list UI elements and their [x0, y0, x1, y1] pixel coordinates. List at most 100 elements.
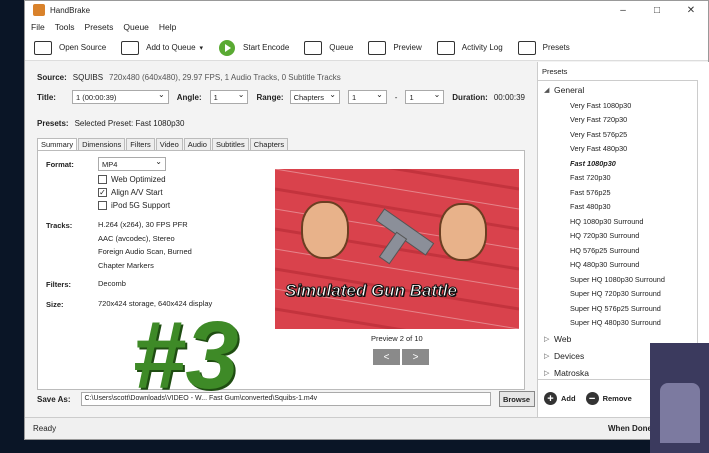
- right-face-image: [439, 203, 487, 261]
- preset-item[interactable]: HQ 1080p30 Surround: [538, 214, 697, 229]
- presets-button[interactable]: Presets: [517, 40, 570, 56]
- angle-label: Angle:: [176, 92, 202, 102]
- add-image-icon: [120, 40, 140, 56]
- format-select-value: MP4: [102, 159, 118, 169]
- menu-presets[interactable]: Presets: [85, 22, 114, 32]
- preset-group-general[interactable]: ◢ General: [538, 81, 697, 98]
- title-row: Title: 1 (00:00:39) Angle: 1 Range: Chap…: [37, 88, 525, 106]
- menu-file[interactable]: File: [31, 22, 45, 32]
- track-item: H.264 (x264), 30 FPS PFR: [98, 220, 188, 229]
- preset-item[interactable]: Super HQ 1080p30 Surround: [538, 272, 697, 287]
- tab-dimensions[interactable]: Dimensions: [78, 138, 126, 150]
- duration-value: 00:00:39: [493, 92, 525, 102]
- queue-button[interactable]: Queue: [303, 40, 353, 56]
- preset-item[interactable]: HQ 480p30 Surround: [538, 258, 697, 273]
- collapsed-arrow-icon: ▷: [544, 335, 550, 343]
- title-select[interactable]: 1 (00:00:39): [71, 90, 169, 104]
- preset-item[interactable]: Very Fast 720p30: [538, 113, 697, 128]
- ipod-support-label: iPod 5G Support: [111, 201, 171, 210]
- preview-next-button[interactable]: >: [402, 349, 429, 365]
- maximize-button[interactable]: □: [640, 5, 674, 16]
- preset-item[interactable]: Super HQ 576p25 Surround: [538, 301, 697, 316]
- tab-summary[interactable]: Summary: [37, 138, 78, 150]
- preset-actions: + Add − Remove: [544, 392, 642, 405]
- add-icon[interactable]: +: [544, 392, 557, 405]
- status-text: Ready: [33, 424, 57, 433]
- ipod-support-checkbox[interactable]: iPod 5G Support: [98, 199, 170, 212]
- format-select[interactable]: MP4: [98, 157, 166, 171]
- queue-label: Queue: [329, 43, 354, 52]
- track-item: AAC (avcodec), Stereo: [98, 233, 175, 243]
- preset-item[interactable]: HQ 576p25 Surround: [538, 243, 697, 258]
- format-options: Web Optimized ✓ Align A/V Start iPod 5G S…: [98, 173, 170, 212]
- preset-item[interactable]: Fast 480p30: [538, 200, 697, 215]
- source-row: Source: SQUIBS 720x480 (640x480), 29.97 …: [37, 68, 525, 86]
- tab-audio[interactable]: Audio: [183, 138, 211, 150]
- preset-item[interactable]: HQ 720p30 Surround: [538, 229, 697, 244]
- range-dash: -: [394, 92, 398, 102]
- chevron-down-icon[interactable]: ▾: [200, 44, 204, 52]
- tab-video[interactable]: Video: [155, 138, 183, 150]
- preset-group-label: Devices: [554, 350, 585, 361]
- add-to-queue-button[interactable]: Add to Queue ▾: [120, 40, 203, 56]
- episode-number-overlay: #3: [132, 302, 239, 409]
- web-optimized-checkbox[interactable]: Web Optimized: [98, 173, 170, 186]
- collapsed-arrow-icon: ▷: [544, 369, 550, 377]
- menu-queue[interactable]: Queue: [123, 22, 149, 32]
- main-panel: Source: SQUIBS 720x480 (640x480), 29.97 …: [25, 62, 537, 417]
- preview-count-label: Preview 2 of 10: [371, 334, 423, 343]
- minimize-button[interactable]: –: [606, 5, 640, 16]
- when-done-label[interactable]: When Done: [608, 424, 652, 433]
- settings-tabs: Summary Dimensions Filters Video Audio S…: [37, 138, 525, 150]
- angle-select[interactable]: 1: [209, 90, 249, 104]
- preset-item[interactable]: Super HQ 480p30 Surround: [538, 316, 697, 331]
- checkmark-icon: ✓: [98, 188, 107, 197]
- browse-button[interactable]: Browse: [498, 391, 535, 407]
- range-start-value: 1: [351, 92, 357, 102]
- presets-panel-header: Presets: [542, 67, 568, 76]
- remove-preset-button[interactable]: Remove: [603, 394, 632, 403]
- preset-item[interactable]: Very Fast 480p30: [538, 142, 697, 157]
- preset-item[interactable]: Fast 720p30: [538, 171, 697, 186]
- window-title: HandBrake: [50, 5, 91, 15]
- add-preset-button[interactable]: Add: [561, 394, 576, 403]
- left-face-image: [301, 201, 349, 259]
- preset-item[interactable]: Very Fast 1080p30: [538, 98, 697, 113]
- menu-help[interactable]: Help: [159, 22, 176, 32]
- preset-item[interactable]: Fast 576p25: [538, 185, 697, 200]
- web-optimized-label: Web Optimized: [111, 175, 166, 184]
- preview-button[interactable]: Preview: [367, 40, 422, 56]
- tab-filters[interactable]: Filters: [126, 138, 155, 150]
- title-bar: HandBrake – □ ✕: [25, 1, 708, 19]
- range-end-select[interactable]: 1: [405, 90, 445, 104]
- align-av-checkbox[interactable]: ✓ Align A/V Start: [98, 186, 170, 199]
- activity-log-button[interactable]: Activity Log: [436, 40, 503, 56]
- range-mode-select[interactable]: Chapters: [289, 90, 340, 104]
- presets-label: Presets: [542, 43, 570, 52]
- title-select-value: 1 (00:00:39): [75, 92, 117, 102]
- track-item: Foreign Audio Scan, Burned: [98, 247, 192, 256]
- preset-item-selected[interactable]: Fast 1080p30: [538, 156, 697, 171]
- preset-item[interactable]: Very Fast 576p25: [538, 127, 697, 142]
- remove-icon[interactable]: −: [585, 392, 599, 405]
- open-source-button[interactable]: Open Source: [33, 40, 106, 56]
- tab-chapters[interactable]: Chapters: [249, 138, 289, 150]
- preview-prev-button[interactable]: <: [373, 349, 400, 365]
- summary-panel: Format: MP4 Web Optimized ✓ Align A/V Sta…: [37, 150, 525, 390]
- close-button[interactable]: ✕: [674, 5, 708, 16]
- track-item: Chapter Markers: [98, 260, 154, 270]
- handbrake-window: HandBrake – □ ✕ File Tools Presets Queue…: [24, 0, 709, 440]
- preview-icon: [367, 40, 387, 56]
- filters-label: Filters:: [46, 280, 72, 289]
- size-label: Size:: [46, 300, 64, 309]
- source-name: SQUIBS: [72, 72, 104, 82]
- align-av-label: Align A/V Start: [111, 188, 163, 197]
- start-encode-button[interactable]: Start Encode: [217, 39, 289, 56]
- queue-icon: [303, 40, 323, 56]
- menu-tools[interactable]: Tools: [55, 22, 75, 32]
- add-to-queue-label: Add to Queue: [146, 43, 196, 52]
- range-start-select[interactable]: 1: [347, 90, 387, 104]
- preset-item[interactable]: Super HQ 720p30 Surround: [538, 287, 697, 302]
- tab-subtitles[interactable]: Subtitles: [211, 138, 249, 150]
- menu-bar: File Tools Presets Queue Help: [25, 19, 708, 35]
